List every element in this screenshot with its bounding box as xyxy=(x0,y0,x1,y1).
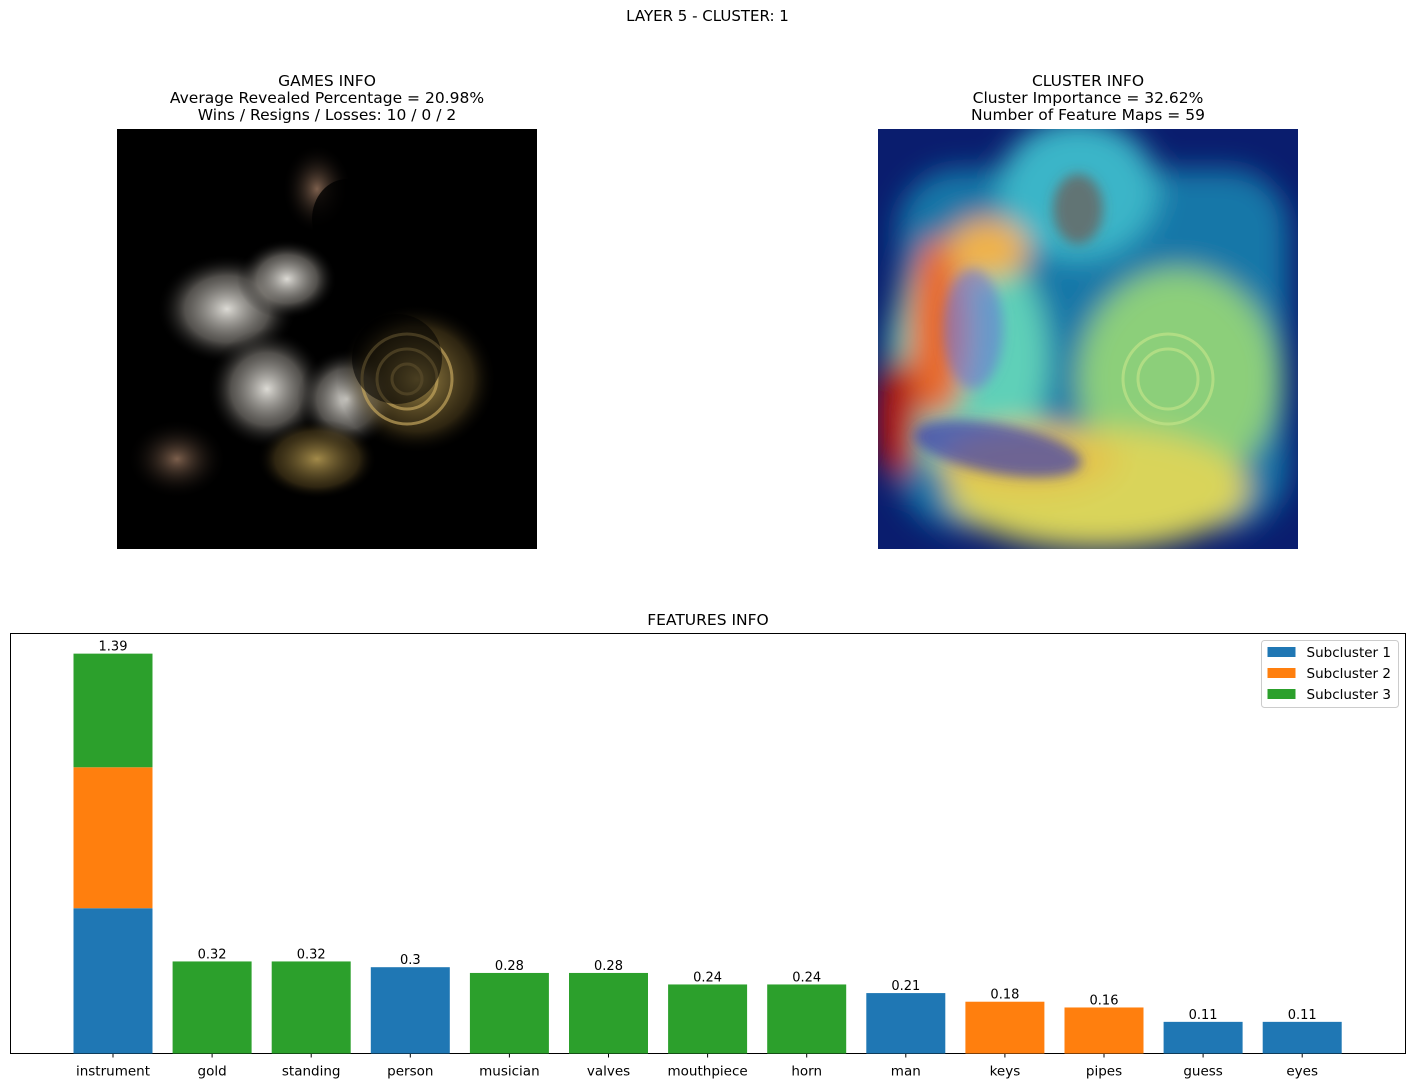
bar-standing-subcluster-3 xyxy=(271,961,351,1054)
bar-group-gold: 0.32 gold xyxy=(172,947,252,1080)
bar-group-guess: 0.11 guess xyxy=(1163,1008,1243,1080)
x-tick-label: musician xyxy=(479,1064,540,1080)
bar-group-instrument: 1.39 instrument xyxy=(73,640,153,1080)
x-tick-label: valves xyxy=(587,1064,630,1080)
bar-group-pipes: 0.16 pipes xyxy=(1064,993,1144,1080)
features-bar-chart: 1.39 instrument 0.32 gold 0.32 standing 0.3 per… xyxy=(10,633,1406,1080)
bar-group-valves: 0.28 valves xyxy=(569,959,648,1080)
bar-value-label: 0.3 xyxy=(400,953,421,968)
bar-musician-subcluster-3 xyxy=(469,972,549,1054)
bar-value-label: 0.28 xyxy=(495,959,524,974)
bar-value-label: 0.21 xyxy=(891,979,920,994)
bar-group-man: 0.21 man xyxy=(866,979,946,1080)
bar-valves-subcluster-3 xyxy=(569,972,648,1054)
bar-value-label: 0.11 xyxy=(1288,1008,1317,1023)
legend-swatch-subcluster-1 xyxy=(1267,647,1296,657)
bar-value-label: 0.24 xyxy=(792,970,821,985)
x-tick-label: person xyxy=(387,1064,433,1080)
bar-group-horn: 0.24 horn xyxy=(767,970,847,1080)
legend-label-subcluster-2: Subcluster 2 xyxy=(1307,666,1392,682)
bar-man-subcluster-1 xyxy=(866,993,946,1054)
bar-keys-subcluster-2 xyxy=(965,1001,1045,1054)
legend-label-subcluster-1: Subcluster 1 xyxy=(1307,645,1392,661)
x-tick-label: guess xyxy=(1183,1064,1223,1080)
x-tick-label: instrument xyxy=(76,1064,150,1080)
x-tick-label: mouthpiece xyxy=(668,1064,748,1080)
x-tick-label: eyes xyxy=(1286,1064,1318,1080)
bar-instrument-subcluster-3 xyxy=(73,653,153,768)
bar-instrument-subcluster-2 xyxy=(73,767,153,909)
bar-group-mouthpiece: 0.24 mouthpiece xyxy=(668,970,748,1079)
x-tick-label: man xyxy=(891,1064,921,1080)
bar-group-standing: 0.32 standing xyxy=(271,947,351,1080)
bar-value-label: 0.32 xyxy=(297,947,326,962)
legend-swatch-subcluster-2 xyxy=(1267,668,1296,678)
bar-group-musician: 0.28 musician xyxy=(469,959,549,1080)
bar-value-label: 0.18 xyxy=(990,988,1019,1003)
bar-eyes-subcluster-1 xyxy=(1262,1021,1342,1054)
bar-value-label: 0.32 xyxy=(198,947,227,962)
bar-group-eyes: 0.11 eyes xyxy=(1262,1008,1342,1080)
x-tick-label: pipes xyxy=(1086,1064,1122,1080)
bar-value-label: 0.24 xyxy=(693,970,722,985)
bar-value-label: 1.39 xyxy=(99,640,128,655)
legend-swatch-subcluster-3 xyxy=(1267,689,1296,699)
bar-mouthpiece-subcluster-3 xyxy=(668,984,748,1054)
bar-value-label: 0.28 xyxy=(594,959,623,974)
bar-gold-subcluster-3 xyxy=(172,961,252,1054)
bar-guess-subcluster-1 xyxy=(1163,1021,1243,1054)
x-tick-label: standing xyxy=(282,1064,341,1080)
x-tick-label: horn xyxy=(791,1064,822,1080)
bar-horn-subcluster-3 xyxy=(767,984,847,1054)
bar-pipes-subcluster-2 xyxy=(1064,1007,1144,1054)
bar-instrument-subcluster-1 xyxy=(73,908,153,1054)
x-tick-label: gold xyxy=(198,1064,227,1080)
bar-group-person: 0.3 person xyxy=(370,953,450,1080)
bar-value-label: 0.11 xyxy=(1189,1008,1218,1023)
bar-group-keys: 0.18 keys xyxy=(965,988,1045,1080)
legend-label-subcluster-3: Subcluster 3 xyxy=(1307,687,1392,703)
bar-value-label: 0.16 xyxy=(1090,993,1119,1008)
bar-person-subcluster-1 xyxy=(370,967,450,1054)
x-tick-label: keys xyxy=(990,1064,1021,1080)
